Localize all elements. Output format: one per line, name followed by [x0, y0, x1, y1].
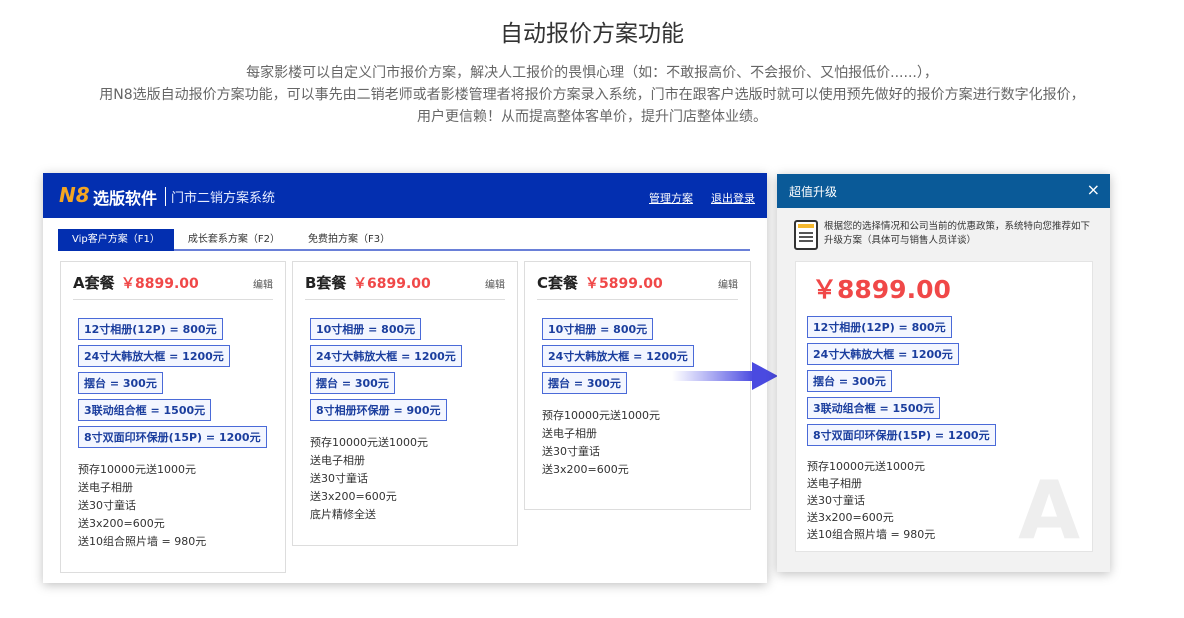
package-item: 3联动组合框 = 1500元	[78, 399, 212, 421]
plan-item: 8寸双面印环保册(15P) = 1200元	[807, 424, 996, 446]
package-price: ￥8899.00	[121, 276, 199, 292]
gift-item: 送30寸童话	[78, 499, 136, 512]
intro-line: 用户更信赖！从而提高整体客单价，提升门店整体业绩。	[417, 109, 767, 125]
gift-item: 送30寸童话	[807, 494, 865, 507]
system-name: 门市二销方案系统	[165, 187, 275, 206]
gift-item: 送3x200=600元	[807, 511, 894, 524]
gift-item: 预存10000元送1000元	[78, 463, 196, 476]
package-item: 10寸相册 = 800元	[310, 318, 422, 340]
gift-item: 预存10000元送1000元	[542, 409, 660, 422]
tab-growth[interactable]: 成长套系方案（F2）	[174, 229, 294, 251]
package-header: B套餐 ￥6899.00 编辑	[305, 262, 505, 300]
package-header: C套餐 ￥5899.00 编辑	[537, 262, 738, 300]
gift-item: 送10组合照片墙 = 980元	[78, 535, 207, 548]
plan-item: 12寸相册(12P) = 800元	[807, 316, 952, 338]
package-item: 24寸大韩放大框 = 1200元	[78, 345, 230, 367]
gift-item: 送电子相册	[310, 454, 365, 467]
plan-item: 24寸大韩放大框 = 1200元	[807, 343, 959, 365]
dialog-title: 超值升级	[789, 185, 838, 199]
logo: N8	[59, 183, 90, 207]
manage-plans-link[interactable]: 管理方案	[649, 190, 693, 206]
package-item: 摆台 = 300元	[310, 372, 395, 394]
gift-item: 底片精修全送	[310, 508, 376, 521]
package-name: A套餐	[73, 274, 115, 292]
plan-item: 3联动组合框 = 1500元	[807, 397, 941, 419]
package-card: A套餐 ￥8899.00 编辑 12寸相册(12P) = 800元 24寸大韩放大框 =…	[60, 261, 286, 573]
intro-line: 每家影楼可以自定义门市报价方案，解决人工报价的畏惧心理（如：不敢报高价、不会报价…	[246, 65, 938, 81]
recommended-plan-card: A ￥8899.00 12寸相册(12P) = 800元 24寸大韩放大框 = 1…	[795, 261, 1093, 552]
recommended-price: ￥8899.00	[812, 275, 951, 304]
gift-item: 送10组合照片墙 = 980元	[807, 528, 936, 541]
package-item: 8寸双面印环保册(15P) = 1200元	[78, 426, 267, 448]
edit-button[interactable]: 编辑	[485, 276, 505, 291]
package-header: A套餐 ￥8899.00 编辑	[73, 262, 273, 300]
edit-button[interactable]: 编辑	[253, 276, 273, 291]
gift-item: 送30寸童话	[310, 472, 368, 485]
package-item: 24寸大韩放大框 = 1200元	[310, 345, 462, 367]
gift-item: 送3x200=600元	[542, 463, 629, 476]
arrow-icon	[672, 362, 778, 390]
gift-item: 送30寸童话	[542, 445, 600, 458]
package-name: B套餐	[305, 274, 347, 292]
package-item: 8寸相册环保册 = 900元	[310, 399, 447, 421]
intro-text: 每家影楼可以自定义门市报价方案，解决人工报价的畏惧心理（如：不敢报高价、不会报价…	[0, 62, 1184, 128]
calculator-icon	[794, 220, 818, 250]
gift-item: 送3x200=600元	[78, 517, 165, 530]
package-name: C套餐	[537, 274, 579, 292]
brand-name: 选版软件	[93, 189, 158, 208]
page-title: 自动报价方案功能	[500, 21, 684, 47]
gift-item: 送3x200=600元	[310, 490, 397, 503]
package-item: 12寸相册(12P) = 800元	[78, 318, 223, 340]
close-icon[interactable]: ×	[1087, 180, 1100, 199]
app-header: N8 选版软件 门市二销方案系统 管理方案 退出登录	[43, 173, 767, 218]
gift-item: 送电子相册	[807, 477, 862, 490]
plan-tabs: Vip客户方案（F1） 成长套系方案（F2） 免费拍方案（F3）	[58, 229, 750, 251]
upgrade-dialog: 超值升级 × 根据您的选择情况和公司当前的优惠政策，系统特向您推荐如下升级方案（…	[777, 174, 1110, 572]
gift-item: 预存10000元送1000元	[807, 460, 925, 473]
watermark: A	[1018, 464, 1080, 552]
package-card: B套餐 ￥6899.00 编辑 10寸相册 = 800元 24寸大韩放大框 = 1200…	[292, 261, 518, 546]
package-price: ￥5899.00	[585, 276, 663, 292]
logout-link[interactable]: 退出登录	[711, 190, 755, 206]
package-item: 摆台 = 300元	[542, 372, 627, 394]
intro-line: 用N8选版自动报价方案功能，可以事先由二销老师或者影楼管理者将报价方案录入系统，…	[99, 87, 1085, 103]
gift-item: 送电子相册	[542, 427, 597, 440]
tab-vip[interactable]: Vip客户方案（F1）	[58, 229, 174, 251]
gift-item: 预存10000元送1000元	[310, 436, 428, 449]
app-window: N8 选版软件 门市二销方案系统 管理方案 退出登录 Vip客户方案（F1） 成…	[43, 173, 767, 583]
gift-item: 送电子相册	[78, 481, 133, 494]
tab-free[interactable]: 免费拍方案（F3）	[294, 229, 404, 251]
dialog-header: 超值升级 ×	[777, 174, 1110, 208]
edit-button[interactable]: 编辑	[718, 276, 738, 291]
dialog-message: 根据您的选择情况和公司当前的优惠政策，系统特向您推荐如下升级方案（具体可与销售人…	[824, 221, 1091, 246]
plan-item: 摆台 = 300元	[807, 370, 892, 392]
package-price: ￥6899.00	[353, 276, 431, 292]
package-item: 10寸相册 = 800元	[542, 318, 654, 340]
package-item: 摆台 = 300元	[78, 372, 163, 394]
